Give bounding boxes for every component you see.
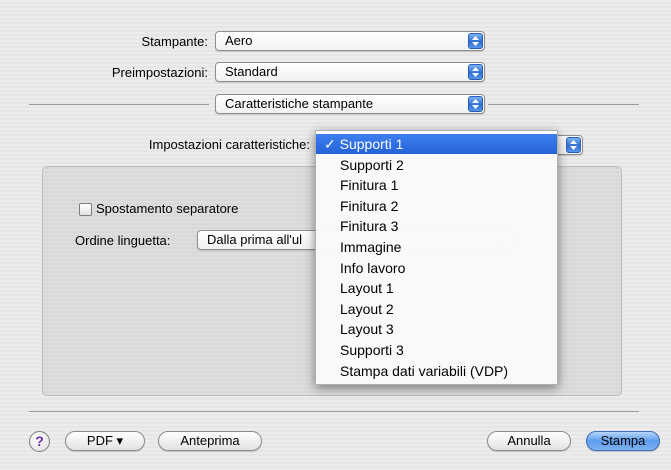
stepper-arrows-icon (468, 33, 483, 49)
presets-popup[interactable]: Standard (215, 62, 485, 82)
stepper-arrows-icon (468, 96, 483, 112)
pdf-button[interactable]: PDF ▾ (65, 431, 145, 451)
footer-separator (29, 411, 639, 412)
menu-item[interactable]: Immagine (316, 237, 557, 257)
section-separator-left (29, 104, 209, 105)
menu-item[interactable]: Finitura 1 (316, 175, 557, 195)
help-button[interactable]: ? (29, 431, 50, 452)
preview-button[interactable]: Anteprima (158, 431, 262, 451)
menu-item[interactable]: Layout 3 (316, 319, 557, 339)
section-popup[interactable]: Caratteristiche stampante (215, 94, 485, 114)
menu-item[interactable]: Finitura 2 (316, 196, 557, 216)
tab-order-value: Dalla prima all'ul (207, 232, 302, 247)
feature-settings-menu: ✓ Supporti 1 Supporti 2 Finitura 1 Finitura… (315, 130, 558, 385)
menu-item[interactable]: Stampa dati variabili (VDP) (316, 361, 557, 381)
stepper-arrows-icon (468, 64, 483, 80)
printer-popup[interactable]: Aero (215, 31, 485, 51)
menu-item[interactable]: ✓ Supporti 1 (316, 134, 557, 154)
menu-item[interactable]: Supporti 3 (316, 340, 557, 360)
menu-item[interactable]: Layout 2 (316, 299, 557, 319)
separator-checkbox-label: Spostamento separatore (96, 201, 239, 216)
menu-item[interactable]: Finitura 3 (316, 216, 557, 236)
printer-label: Stampante: (141, 34, 209, 49)
tab-order-label: Ordine linguetta: (75, 233, 171, 248)
presets-label: Preimpostazioni: (111, 65, 208, 80)
stepper-arrows-icon (566, 137, 581, 153)
menu-item[interactable]: Supporti 2 (316, 155, 557, 175)
section-separator-right (488, 104, 639, 105)
feature-settings-label: Impostazioni caratteristiche: (148, 137, 310, 152)
presets-value: Standard (225, 64, 278, 79)
separator-checkbox[interactable] (79, 203, 92, 216)
menu-item[interactable]: Layout 1 (316, 278, 557, 298)
print-button[interactable]: Stampa (586, 431, 660, 451)
printer-value: Aero (225, 33, 253, 48)
menu-item[interactable]: Info lavoro (316, 258, 557, 278)
section-value: Caratteristiche stampante (225, 96, 374, 111)
cancel-button[interactable]: Annulla (487, 431, 571, 451)
